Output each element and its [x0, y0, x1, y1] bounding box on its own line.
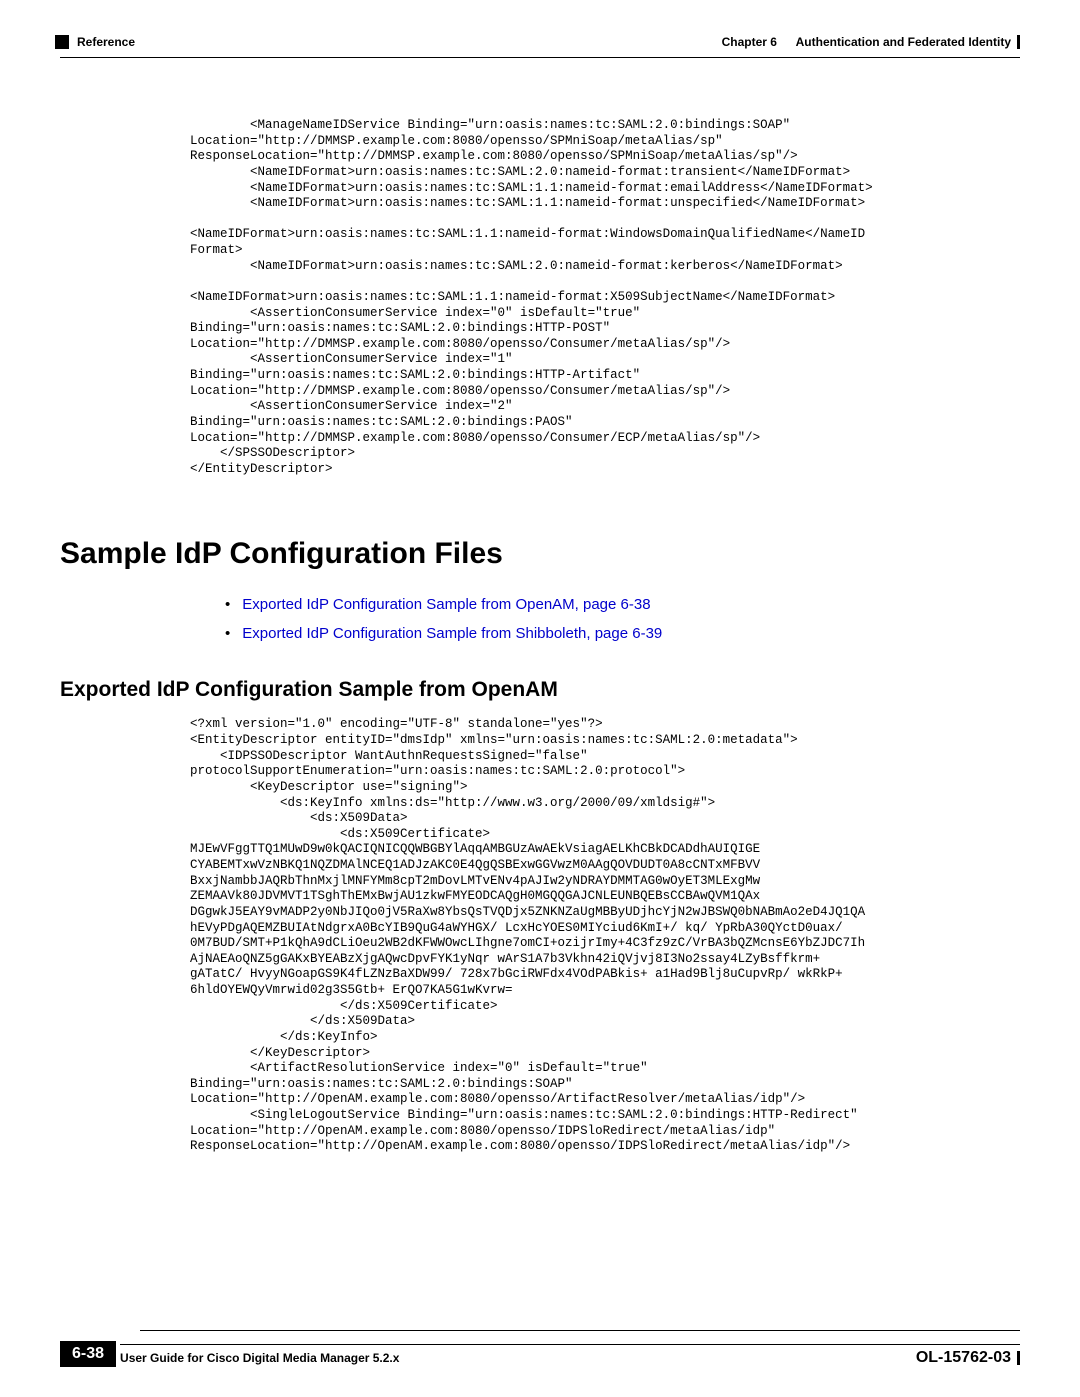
page-header: Reference Chapter 6 Authentication and F… — [60, 35, 1020, 49]
footer-doc-title: User Guide for Cisco Digital Media Manag… — [120, 1351, 399, 1365]
bullet-item: • Exported IdP Configuration Sample from… — [225, 620, 1020, 649]
header-rule — [1017, 35, 1020, 49]
bullet-item: • Exported IdP Configuration Sample from… — [225, 591, 1020, 620]
footer-doc-id: OL-15762-03 — [916, 1349, 1011, 1367]
toc-link-shibboleth[interactable]: Exported IdP Configuration Sample from S… — [242, 620, 662, 649]
page-number: 6-38 — [60, 1341, 116, 1367]
page-footer: 6-38 User Guide for Cisco Digital Media … — [60, 1330, 1020, 1367]
header-divider — [60, 57, 1020, 58]
header-marker — [55, 35, 69, 49]
heading-sample-idp-files: Sample IdP Configuration Files — [60, 537, 1020, 571]
toc-bullets: • Exported IdP Configuration Sample from… — [225, 591, 1020, 648]
chapter-title: Authentication and Federated Identity — [796, 35, 1011, 49]
bullet-dot-icon: • — [225, 591, 230, 620]
bullet-dot-icon: • — [225, 620, 230, 649]
code-block-xml-top: <ManageNameIDService Binding="urn:oasis:… — [190, 118, 1040, 477]
code-block-xml-openam: <?xml version="1.0" encoding="UTF-8" sta… — [190, 717, 1040, 1155]
header-section: Reference — [77, 35, 135, 49]
chapter-label: Chapter 6 — [722, 35, 777, 49]
heading-openam-sample: Exported IdP Configuration Sample from O… — [60, 678, 1020, 702]
footer-rule — [1017, 1351, 1020, 1365]
toc-link-openam[interactable]: Exported IdP Configuration Sample from O… — [242, 591, 650, 620]
